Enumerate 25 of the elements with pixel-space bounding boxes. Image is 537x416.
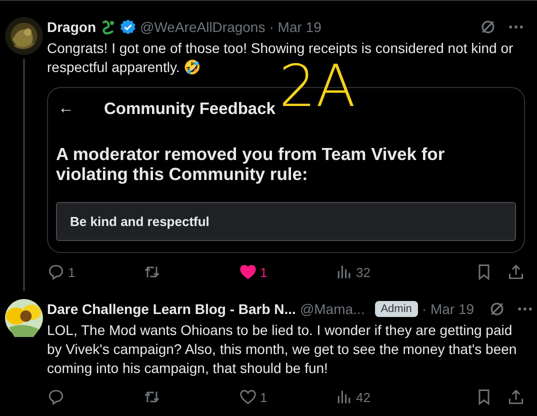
post-date[interactable]: · Mar 19 [269,19,322,35]
card-title: Community Feedback [104,100,276,118]
admin-badge: Admin [374,301,418,317]
card-heading: A moderator removed you from Team Vivek for violating this Community rule: [56,144,446,184]
like-count: 1 [260,390,268,404]
view-count: 42 [356,390,370,404]
share-icon[interactable] [507,388,525,406]
reply-count: 1 [68,264,76,280]
share-icon[interactable] [507,263,525,281]
user-handle[interactable]: @Mama... [300,301,365,317]
slashed-circle-icon[interactable] [479,18,497,36]
views-icon[interactable] [335,388,353,406]
back-arrow: ← [58,100,74,118]
like-count: 1 [260,264,268,280]
author-name[interactable]: Dragon [47,19,96,35]
post-date[interactable]: · Mar 19 [422,301,474,317]
heart-icon[interactable] [239,388,257,406]
user-handle[interactable]: @WeAreAllDragons [140,19,266,35]
views-icon[interactable] [335,263,353,281]
reply-icon[interactable] [47,263,65,281]
view-count: 32 [356,264,370,280]
post-text: LOL, The Mod wants Ohioans to be lied to. I wonder if they are getting paid by Vivek's campaign? Also, this month, we get to see the money that's been coming into his campaign, that should be fun! [47,321,518,378]
author-name[interactable]: Dare Challenge Learn Blog - Barb N... [47,301,296,317]
heart-icon[interactable] [239,263,257,281]
reply-icon[interactable] [47,388,65,406]
